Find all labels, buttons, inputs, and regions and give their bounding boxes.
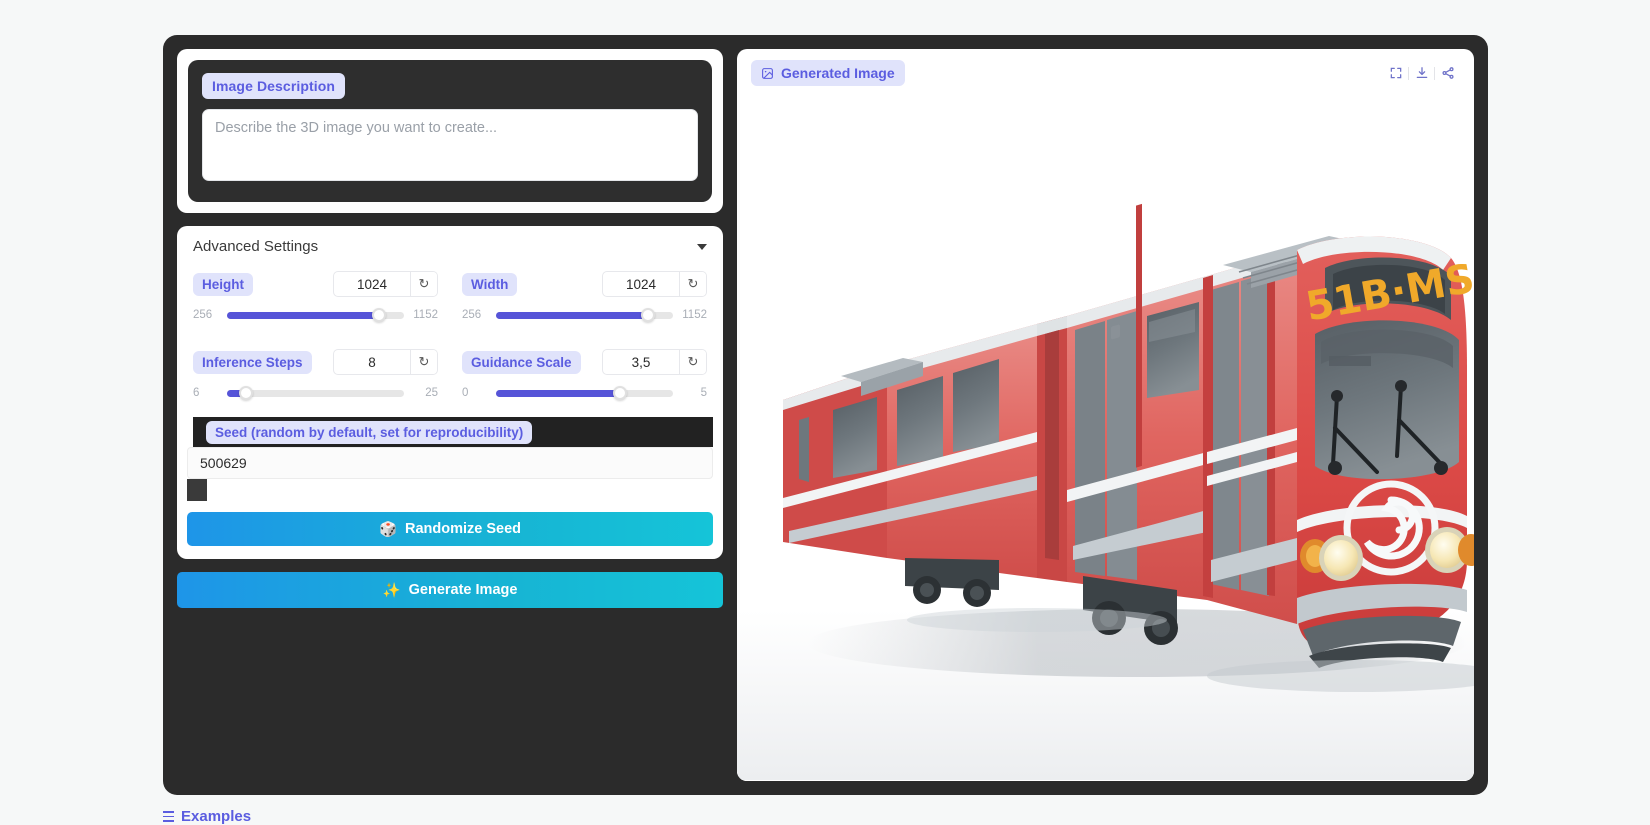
generated-image-title-pill: Generated Image [751,60,905,86]
reset-icon[interactable]: ↻ [679,272,706,296]
seed-input[interactable]: 500629 [187,447,713,479]
prompt-input[interactable] [202,109,698,181]
tram-front-face: 51B·MS [1297,236,1474,668]
height-max-label: 1152 [413,309,438,321]
examples-label: Examples [181,808,252,825]
generate-image-button[interactable]: ✨ Generate Image [177,572,723,608]
app-root: Image Description Advanced Settings Heig… [0,0,1650,825]
guidance-scale-slider-fill [496,389,620,397]
inference-steps-max-label: 25 [425,387,438,399]
image-description-label: Image Description [202,73,346,99]
seed-label: Seed (random by default, set for reprodu… [206,420,533,444]
width-slider-thumb[interactable] [641,308,656,322]
generated-image-header: Generated Image [737,49,1474,90]
list-icon [163,811,174,822]
height-min-label: 256 [193,309,213,321]
generated-image-panel: Generated Image 51B·MS [737,49,1474,781]
inference-steps-min-label: 6 [193,387,200,399]
height-label: Height [193,272,253,296]
control-width: Width 1024 ↻ 256 1152 [462,263,707,322]
examples-section[interactable]: Examples [163,808,251,825]
advanced-settings-header[interactable]: Advanced Settings [177,226,723,263]
height-slider-fill [227,311,380,319]
seed-side-stub [187,479,207,501]
seed-label-bar: Seed (random by default, set for reprodu… [193,417,713,447]
guidance-scale-min-label: 0 [462,387,469,399]
tram-articulation [1037,316,1067,582]
fullscreen-button[interactable] [1383,62,1408,84]
width-max-label: 1152 [682,309,707,321]
seed-block: Seed (random by default, set for reprodu… [177,417,723,546]
generated-image-canvas[interactable]: 51B·MS [737,90,1474,781]
generate-image-wrap: ✨ Generate Image [177,572,723,608]
image-toolbar [1383,62,1460,84]
advanced-settings-title: Advanced Settings [193,238,319,255]
width-slider-fill [496,311,649,319]
advanced-settings-card: Advanced Settings Height 1024 ↻ 256 1152… [177,226,723,559]
width-label: Width [462,272,518,296]
image-icon [762,67,773,79]
dice-icon: 🎲 [378,521,398,538]
height-number-box[interactable]: 1024 ↻ [333,271,438,297]
download-button[interactable] [1409,62,1434,84]
width-slider[interactable] [496,308,673,322]
prompt-card: Image Description [177,49,723,213]
generate-image-label: Generate Image [408,582,518,598]
inference-steps-slider[interactable] [227,386,404,400]
guidance-scale-max-label: 5 [700,387,707,399]
tram-cab-side [1203,250,1297,624]
randomize-seed-label: Randomize Seed [405,521,522,537]
height-value[interactable]: 1024 [334,272,410,296]
height-slider[interactable] [227,308,404,322]
chevron-down-icon[interactable] [697,243,707,250]
guidance-scale-number-box[interactable]: 3,5 ↻ [602,349,707,375]
controls-grid: Height 1024 ↻ 256 1152 Width 1024 ↻ 256 … [177,263,723,400]
width-number-box[interactable]: 1024 ↻ [602,271,707,297]
share-icon [1441,67,1454,79]
guidance-scale-value[interactable]: 3,5 [603,350,679,374]
reset-icon[interactable]: ↻ [410,350,437,374]
control-inference-steps: Inference Steps 8 ↻ 6 25 [193,341,438,400]
fullscreen-icon [1390,67,1401,79]
share-button[interactable] [1435,62,1460,84]
inference-steps-slider-thumb[interactable] [239,386,254,400]
guidance-scale-slider[interactable] [496,386,673,400]
width-min-label: 256 [462,309,482,321]
tram-render: 51B·MS [737,90,1474,780]
randomize-seed-button[interactable]: 🎲 Randomize Seed [187,512,713,546]
inference-steps-number-box[interactable]: 8 ↻ [333,349,438,375]
randomize-seed-wrap: 🎲 Randomize Seed [187,512,713,546]
control-guidance-scale: Guidance Scale 3,5 ↻ 0 5 [462,341,707,400]
guidance-scale-slider-thumb[interactable] [612,386,627,400]
reset-icon[interactable]: ↻ [410,272,437,296]
seed-value: 500629 [200,455,247,471]
download-icon [1416,67,1427,79]
width-value[interactable]: 1024 [603,272,679,296]
prompt-inner: Image Description [188,60,712,202]
control-height: Height 1024 ↻ 256 1152 [193,263,438,322]
sparkles-icon: ✨ [382,582,401,599]
generated-image-title: Generated Image [781,65,895,81]
inference-steps-value[interactable]: 8 [334,350,410,374]
reset-icon[interactable]: ↻ [679,350,706,374]
app-shell: Image Description Advanced Settings Heig… [163,35,1488,795]
height-slider-thumb[interactable] [372,308,387,322]
inference-steps-label: Inference Steps [193,350,312,374]
guidance-scale-label: Guidance Scale [462,350,581,374]
left-column: Image Description Advanced Settings Heig… [177,49,723,781]
